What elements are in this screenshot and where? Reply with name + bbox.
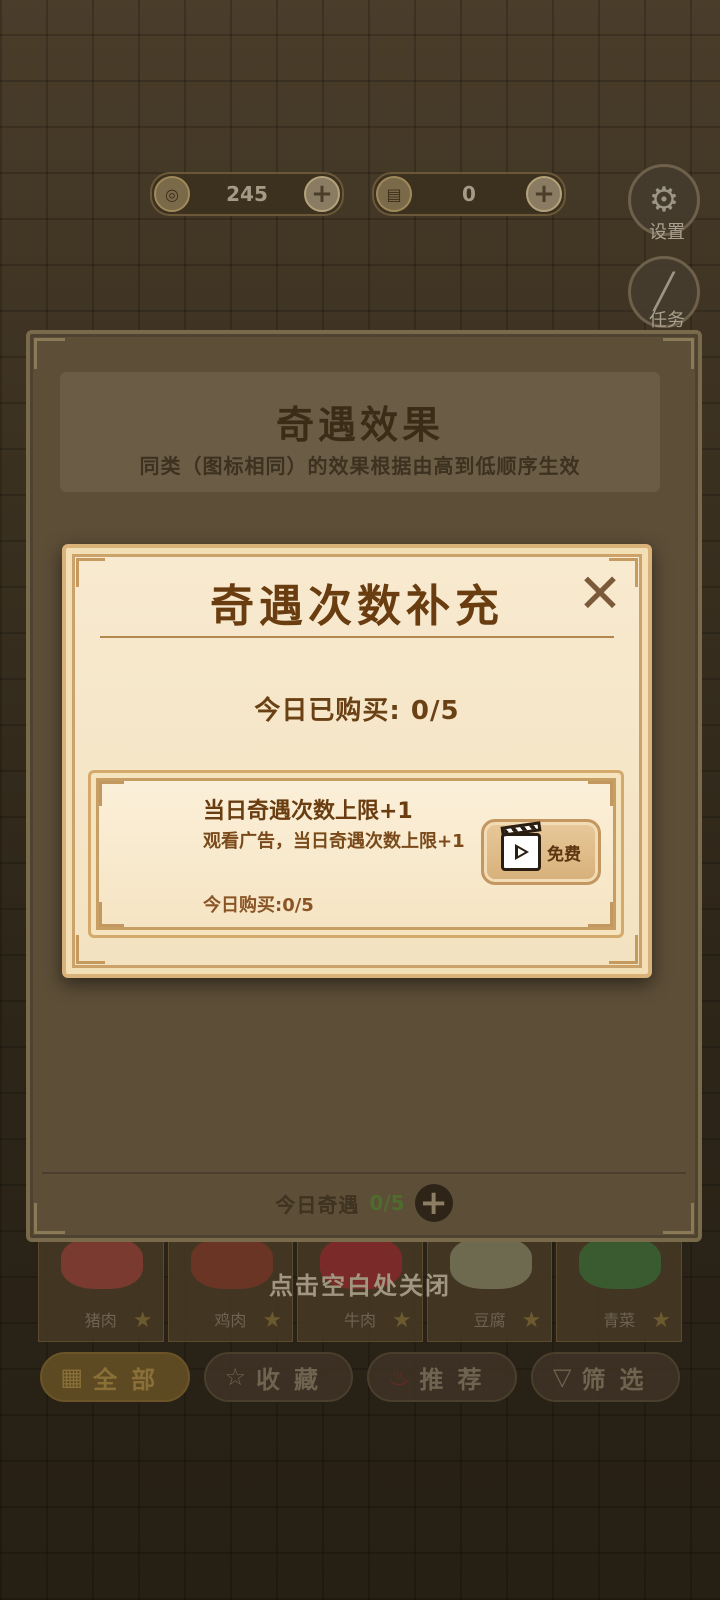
item-title: 当日奇遇次数上限+1	[203, 799, 413, 824]
filter-favorites-button[interactable]: ☆ 收藏	[203, 1352, 353, 1402]
corner-ornament	[609, 935, 638, 964]
refill-dialog: 奇遇次数补充 ✕ 今日已购买: 0/5 当日奇遇次数上限+1 观看广告，当日奇遇…	[62, 544, 652, 978]
effects-subtitle: 同类（图标相同）的效果根据由高到低顺序生效	[139, 454, 581, 478]
coin-value: 245	[226, 182, 268, 206]
close-hint[interactable]: 点击空白处关闭	[0, 1266, 720, 1301]
item-description: 观看广告，当日奇遇次数上限+1	[203, 831, 465, 852]
close-icon[interactable]: ✕	[574, 567, 626, 621]
add-coins-button[interactable]: +	[304, 176, 340, 212]
video-ad-icon	[500, 821, 542, 871]
star-icon[interactable]: ★	[522, 1308, 542, 1333]
filter-icon: ▽	[553, 1363, 572, 1391]
free-label: 免费	[547, 844, 581, 865]
resource-bar: ◎ 245 + ▤ 0 +	[150, 172, 570, 216]
star-icon[interactable]: ★	[133, 1308, 153, 1333]
settings-label: 设置	[649, 222, 685, 243]
corner-ornament	[663, 338, 694, 369]
item-purchase-count: 今日购买:0/5	[203, 895, 314, 916]
add-encounter-button[interactable]: +	[414, 1183, 453, 1223]
scroll-value: 0	[462, 182, 476, 206]
title-divider	[100, 636, 614, 638]
grid-icon: ▦	[60, 1363, 84, 1391]
corner-ornament	[76, 935, 105, 964]
scroll-icon: ▤	[376, 176, 412, 212]
filter-label: 收藏	[256, 1365, 332, 1394]
corner-ornament	[588, 781, 613, 806]
effects-title: 奇遇效果	[275, 402, 444, 447]
star-icon[interactable]: ★	[392, 1308, 412, 1333]
today-label: 今日奇遇	[275, 1192, 360, 1217]
corner-ornament	[99, 781, 124, 806]
watch-ad-free-button[interactable]: 免费	[481, 819, 601, 885]
divider	[42, 1172, 686, 1174]
filter-all-button[interactable]: ▦ 全部	[40, 1352, 190, 1402]
corner-ornament	[588, 902, 613, 927]
filter-recommended-button[interactable]: ♨ 推荐	[367, 1352, 517, 1402]
corner-ornament	[99, 902, 124, 927]
today-count: 0/5	[369, 1191, 405, 1215]
corner-ornament	[34, 338, 65, 369]
purchased-today: 今日已购买: 0/5	[254, 696, 460, 726]
scroll-counter: ▤ 0 +	[372, 172, 566, 216]
coin-counter: ◎ 245 +	[150, 172, 344, 216]
star-icon[interactable]: ★	[651, 1308, 671, 1333]
dialog-title: 奇遇次数补充	[210, 581, 504, 632]
filter-bar: ▦ 全部 ☆ 收藏 ♨ 推荐 ▽ 筛选	[40, 1352, 680, 1402]
gear-icon: ⚙	[648, 180, 680, 220]
filter-label: 推荐	[419, 1365, 496, 1394]
filter-label: 全部	[93, 1365, 170, 1394]
coin-icon: ◎	[154, 176, 190, 212]
star-icon: ☆	[224, 1363, 246, 1391]
add-scrolls-button[interactable]: +	[526, 176, 562, 212]
effects-header: 奇遇效果 同类（图标相同）的效果根据由高到低顺序生效	[60, 372, 660, 492]
tasks-label: 任务	[649, 310, 685, 331]
today-encounters: 今日奇遇 0/5 +	[30, 1183, 698, 1223]
refill-item-card: 当日奇遇次数上限+1 观看广告，当日奇遇次数上限+1 今日购买:0/5 免费	[88, 770, 624, 938]
filter-button[interactable]: ▽ 筛选	[530, 1352, 680, 1402]
filter-label: 筛选	[581, 1365, 658, 1394]
star-icon[interactable]: ★	[262, 1308, 282, 1333]
fire-icon: ♨	[387, 1363, 410, 1391]
